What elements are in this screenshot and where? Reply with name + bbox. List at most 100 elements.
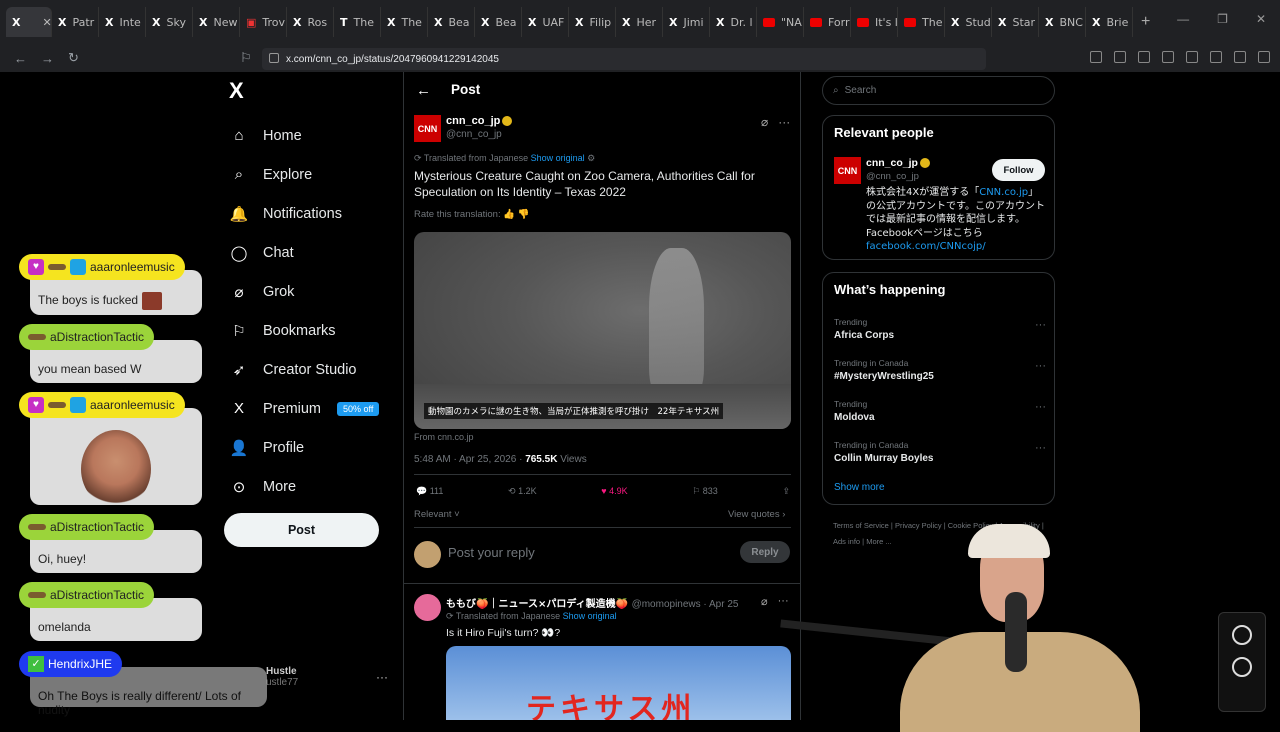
- browser-tab[interactable]: X Patr: [52, 7, 99, 37]
- extension-icon[interactable]: [1162, 51, 1174, 63]
- extension-icon[interactable]: [1138, 51, 1150, 63]
- grok-icon[interactable]: [1232, 625, 1252, 645]
- trend-item[interactable]: Trending in Canada #MysteryWrestling25 ···: [834, 358, 1046, 382]
- browser-tab[interactable]: X Dr. l: [710, 7, 757, 37]
- follow-button[interactable]: Follow: [992, 159, 1045, 181]
- nav-item-grok[interactable]: ⌀ Grok: [229, 272, 379, 311]
- reply-input[interactable]: Post your reply: [448, 545, 535, 560]
- nav-item-chat[interactable]: ◯ Chat: [229, 233, 379, 272]
- show-original-link[interactable]: Show original: [531, 153, 585, 163]
- bio-link[interactable]: CNN.co.jp: [979, 187, 1028, 198]
- back-arrow-icon[interactable]: ←: [416, 82, 431, 99]
- repost-action[interactable]: ⟲ 1.2K: [508, 486, 537, 497]
- browser-tab[interactable]: X New: [193, 7, 240, 37]
- browser-tab[interactable]: The: [898, 7, 945, 37]
- browser-tab[interactable]: X Filip: [569, 7, 616, 37]
- reply-show-original-link[interactable]: Show original: [563, 611, 617, 621]
- author-name[interactable]: cnn_co_jp: [446, 115, 513, 127]
- window-controls[interactable]: — ❐ ✕: [1177, 12, 1266, 26]
- site-info-icon[interactable]: [269, 53, 279, 63]
- nav-item-bookmarks[interactable]: ⚐ Bookmarks: [229, 311, 379, 350]
- share-icon[interactable]: ⇪: [782, 486, 790, 497]
- trend-item[interactable]: Trending in Canada Collin Murray Boyles ··…: [834, 440, 1046, 464]
- nav-item-premium[interactable]: X Premium 50% off: [229, 389, 380, 428]
- x-logo-icon[interactable]: X: [229, 78, 244, 104]
- bookmark-action[interactable]: ⚐ 833: [692, 486, 718, 497]
- browser-tab[interactable]: X Ros: [287, 7, 334, 37]
- nav-item-explore[interactable]: ⌕ Explore: [229, 155, 379, 194]
- grok-icon[interactable]: ⌀: [761, 595, 768, 608]
- browser-tab[interactable]: X Bea: [428, 7, 475, 37]
- forward-icon[interactable]: →: [41, 51, 54, 66]
- grok-icon[interactable]: ⌀: [761, 115, 768, 129]
- back-icon[interactable]: ←: [14, 51, 27, 66]
- close-tab-icon[interactable]: ✕: [42, 16, 51, 29]
- close-icon[interactable]: ✕: [1256, 12, 1266, 26]
- more-icon[interactable]: ···: [1035, 401, 1046, 413]
- bio-facebook-link[interactable]: facebook.com/CNNcojp/: [866, 241, 986, 252]
- address-bar[interactable]: x.com/cnn_co_jp/status/20479609412291420…: [262, 48, 986, 70]
- browser-tab[interactable]: X Brie: [1086, 7, 1133, 37]
- menu-icon[interactable]: [1258, 51, 1270, 63]
- chat-icon[interactable]: [1232, 657, 1252, 677]
- reply-action[interactable]: 💬 111: [416, 486, 443, 497]
- reply-author[interactable]: ももび🍑｜ニュース×パロディ製造機🍑 @momopinews · Apr 25: [446, 595, 738, 610]
- browser-tab[interactable]: X Her: [616, 7, 663, 37]
- floating-widget[interactable]: [1218, 612, 1266, 712]
- sort-relevant[interactable]: Relevant ˅: [414, 509, 460, 520]
- nav-item-home[interactable]: ⌂ Home: [229, 116, 379, 155]
- browser-tab[interactable]: X ✕: [6, 7, 52, 37]
- view-quotes-link[interactable]: View quotes ›: [728, 509, 785, 520]
- extension-icon[interactable]: [1186, 51, 1198, 63]
- avatar[interactable]: CNN: [414, 115, 441, 142]
- extension-icon[interactable]: [1090, 51, 1102, 63]
- more-icon[interactable]: ···: [1035, 319, 1046, 331]
- extension-icon[interactable]: [1210, 51, 1222, 63]
- browser-tab[interactable]: It's l: [851, 7, 898, 37]
- post-button[interactable]: Post: [224, 513, 379, 547]
- browser-tab[interactable]: X Star: [992, 7, 1039, 37]
- trend-item[interactable]: Trending Moldova ···: [834, 399, 1046, 423]
- extension-icon[interactable]: [1114, 51, 1126, 63]
- minimize-icon[interactable]: —: [1177, 12, 1189, 26]
- post-image[interactable]: 動物園のカメラに謎の生き物、当局が正体推測を呼び掛け 22年テキサス州: [414, 232, 791, 429]
- thumbs-down-icon[interactable]: 👎: [518, 209, 530, 220]
- account-switcher[interactable]: Hustle ustle77: [266, 666, 298, 688]
- account-more-icon[interactable]: ···: [376, 670, 388, 684]
- browser-tab[interactable]: X BNC: [1039, 7, 1086, 37]
- like-action[interactable]: ♥ 4.9K: [601, 486, 627, 497]
- maximize-icon[interactable]: ❐: [1217, 12, 1228, 26]
- search-input[interactable]: ⌕ Search: [822, 76, 1055, 105]
- show-more-link[interactable]: Show more: [834, 482, 885, 493]
- thumbs-up-icon[interactable]: 👍: [503, 209, 515, 220]
- reload-icon[interactable]: ↻: [68, 50, 79, 66]
- browser-tab[interactable]: X The: [381, 7, 428, 37]
- more-icon[interactable]: ···: [778, 115, 790, 129]
- nav-item-more[interactable]: ⊙ More: [229, 467, 379, 506]
- person-handle[interactable]: @cnn_co_jp: [866, 171, 919, 182]
- browser-tab[interactable]: ▣ Trov: [240, 7, 287, 37]
- person-name[interactable]: cnn_co_jp: [866, 157, 930, 169]
- reply-image[interactable]: テキサス州: [446, 646, 791, 720]
- person-avatar[interactable]: CNN: [834, 157, 861, 184]
- nav-item-profile[interactable]: 👤 Profile: [229, 428, 379, 467]
- browser-tab[interactable]: X Inte: [99, 7, 146, 37]
- source-link[interactable]: From cnn.co.jp: [414, 432, 474, 442]
- browser-tab[interactable]: X Stud: [945, 7, 992, 37]
- author-handle[interactable]: @cnn_co_jp: [446, 129, 502, 140]
- bookmark-icon[interactable]: ⚐: [240, 50, 252, 66]
- browser-tab[interactable]: T The: [334, 7, 381, 37]
- nav-item-creator-studio[interactable]: ➶ Creator Studio: [229, 350, 379, 389]
- browser-tab[interactable]: X Bea: [475, 7, 522, 37]
- new-tab-icon[interactable]: +: [1141, 13, 1150, 31]
- browser-tab[interactable]: Forr: [804, 7, 851, 37]
- browser-tab[interactable]: X Jimi: [663, 7, 710, 37]
- browser-tab[interactable]: X UAF: [522, 7, 569, 37]
- trend-item[interactable]: Trending Africa Corps ···: [834, 317, 1046, 341]
- browser-tab[interactable]: X Sky: [146, 7, 193, 37]
- extension-icon[interactable]: [1234, 51, 1246, 63]
- more-icon[interactable]: ···: [1035, 442, 1046, 454]
- browser-tab[interactable]: "NA: [757, 7, 804, 37]
- reply-avatar[interactable]: [414, 594, 441, 621]
- nav-item-notifications[interactable]: 🔔 Notifications: [229, 194, 379, 233]
